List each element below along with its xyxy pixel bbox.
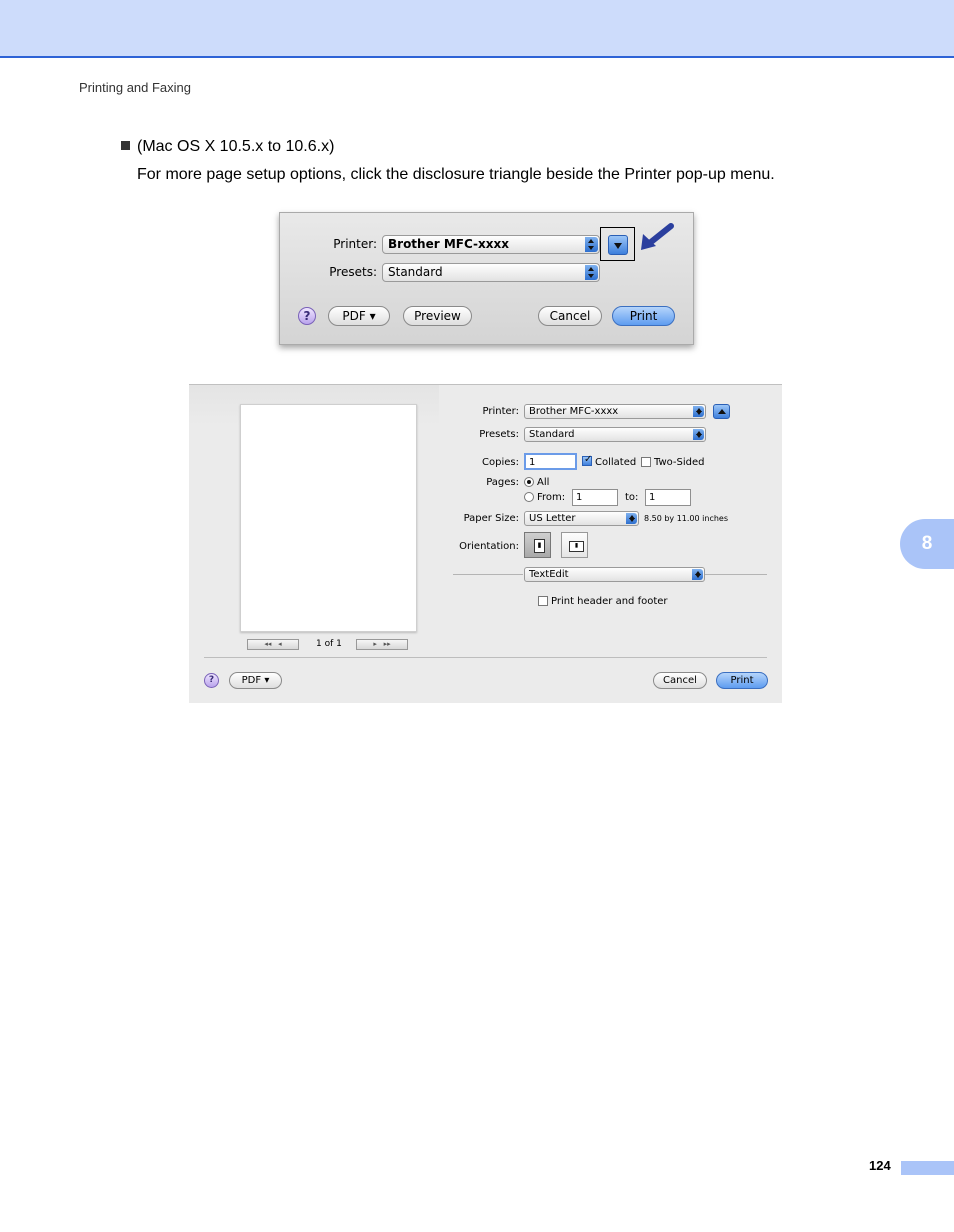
print-dialog-expanded: ◂◂ ◂ 1 of 1 ▸ ▸▸ Printer: Brother MFC-xx… <box>189 384 782 703</box>
printer-popup-value: Brother MFC-xxxx <box>388 237 509 251</box>
page-preview <box>240 404 417 632</box>
copies-input[interactable]: 1 <box>524 453 577 470</box>
pages-from-radio[interactable] <box>524 492 534 502</box>
section-title: Printing and Faxing <box>79 80 192 95</box>
presets-popup-value: Standard <box>388 265 443 279</box>
portrait-icon: ▮ <box>534 539 545 553</box>
disclosure-triangle-button[interactable] <box>608 235 628 255</box>
chapter-tab: 8 <box>900 519 954 569</box>
two-sided-checkbox[interactable] <box>641 457 651 467</box>
printer-popup[interactable]: Brother MFC-xxxx <box>524 404 706 419</box>
popup-arrows-icon <box>626 513 637 524</box>
first-prev-page-button[interactable]: ◂◂ ◂ <box>247 639 299 650</box>
two-sided-label: Two-Sided <box>654 457 705 468</box>
paper-size-dimensions: 8.50 by 11.00 inches <box>644 514 729 523</box>
orientation-label: Orientation: <box>459 541 519 552</box>
paper-size-label: Paper Size: <box>463 513 519 524</box>
presets-label: Presets: <box>479 429 519 440</box>
presets-label: Presets: <box>329 265 377 279</box>
portrait-orientation-button[interactable]: ▮ <box>524 532 551 558</box>
from-input[interactable]: 1 <box>572 489 618 506</box>
printer-label: Printer: <box>482 406 519 417</box>
printer-label: Printer: <box>333 237 377 251</box>
help-button[interactable]: ? <box>204 673 219 688</box>
pages-label: Pages: <box>486 477 519 488</box>
copies-label: Copies: <box>482 457 519 468</box>
popup-arrows-icon <box>692 569 703 580</box>
page-number: 124 <box>869 1158 891 1173</box>
pages-from-label: From: <box>537 492 566 503</box>
pdf-button[interactable]: PDF ▾ <box>229 672 282 689</box>
printer-popup-value: Brother MFC-xxxx <box>529 406 619 417</box>
header-band <box>0 0 954 58</box>
popup-arrows-icon <box>585 237 598 252</box>
instruction-text: For more page setup options, click the d… <box>137 166 775 183</box>
divider-left <box>453 574 523 575</box>
paper-size-popup-value: US Letter <box>529 513 576 524</box>
bullet-square-icon <box>121 141 130 150</box>
popup-arrows-icon <box>585 265 598 280</box>
collated-checkbox[interactable]: ✓ <box>582 454 593 466</box>
divider-right <box>705 574 767 575</box>
triangle-down-icon <box>614 243 622 249</box>
cancel-button[interactable]: Cancel <box>653 672 707 689</box>
cancel-button[interactable]: Cancel <box>538 306 602 326</box>
pages-all-radio[interactable] <box>524 477 534 487</box>
bullet-item: (Mac OS X 10.5.x to 10.6.x) <box>121 138 334 156</box>
app-options-popup-value: TextEdit <box>529 569 569 580</box>
pointer-arrow-icon <box>641 223 674 250</box>
presets-popup[interactable]: Standard <box>524 427 706 442</box>
app-options-popup[interactable]: TextEdit <box>524 567 705 582</box>
print-button[interactable]: Print <box>612 306 675 326</box>
collated-label: Collated <box>595 457 637 468</box>
next-last-page-button[interactable]: ▸ ▸▸ <box>356 639 408 650</box>
header-footer-label: Print header and footer <box>551 596 668 607</box>
pages-all-label: All <box>537 477 550 488</box>
print-button[interactable]: Print <box>716 672 768 689</box>
landscape-icon: ▮ <box>569 541 584 552</box>
to-label: to: <box>625 492 639 503</box>
printer-popup[interactable]: Brother MFC-xxxx <box>382 235 600 254</box>
disclosure-triangle-button[interactable] <box>713 404 730 419</box>
preview-button[interactable]: Preview <box>403 306 472 326</box>
landscape-orientation-button[interactable]: ▮ <box>561 532 588 558</box>
page-number-bar <box>901 1161 954 1175</box>
bottom-separator <box>204 657 767 658</box>
popup-arrows-icon <box>693 429 704 440</box>
bullet-text: (Mac OS X 10.5.x to 10.6.x) <box>137 138 335 155</box>
checkmark-icon: ✓ <box>584 454 593 465</box>
presets-popup[interactable]: Standard <box>382 263 600 282</box>
header-footer-checkbox[interactable] <box>538 596 548 606</box>
radio-dot-icon <box>527 480 531 484</box>
print-dialog-collapsed: Printer: Brother MFC-xxxx Presets: Stand… <box>279 212 694 345</box>
triangle-up-icon <box>718 409 726 414</box>
presets-popup-value: Standard <box>529 429 575 440</box>
to-input[interactable]: 1 <box>645 489 691 506</box>
page-indicator: 1 of 1 <box>316 639 342 649</box>
help-button[interactable]: ? <box>298 307 316 325</box>
pdf-button[interactable]: PDF ▾ <box>328 306 390 326</box>
paper-size-popup[interactable]: US Letter <box>524 511 639 526</box>
popup-arrows-icon <box>693 406 704 417</box>
